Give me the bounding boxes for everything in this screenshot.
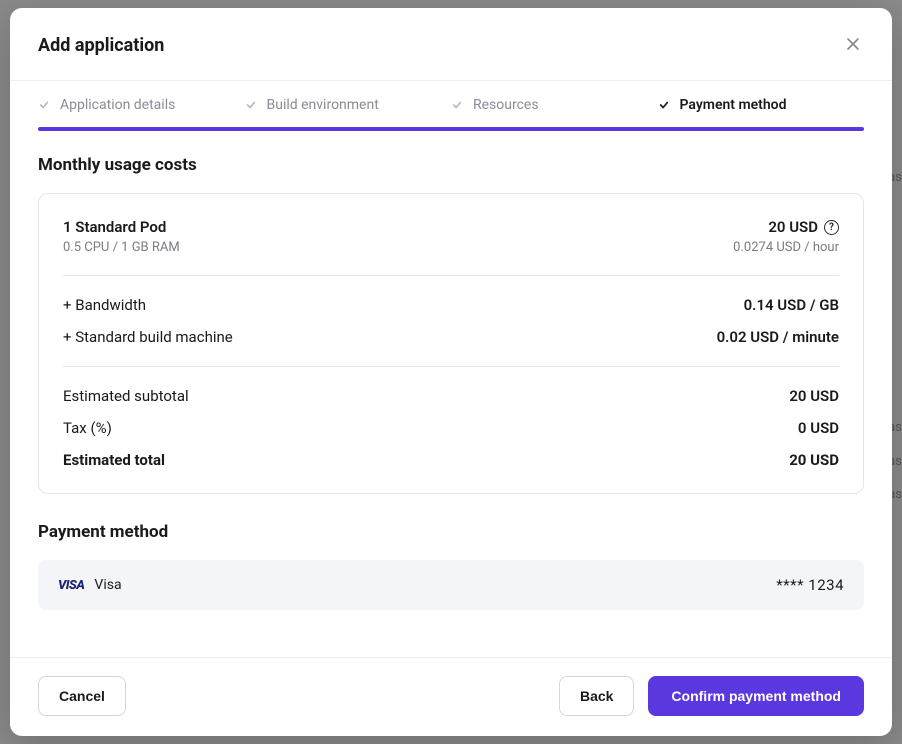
- step-application-details[interactable]: Application details: [38, 81, 245, 131]
- tax-label: Tax (%): [63, 419, 112, 437]
- subtotal-label: Estimated subtotal: [63, 387, 189, 405]
- pod-rate: 0.0274 USD / hour: [733, 240, 839, 255]
- modal-body: Monthly usage costs 1 Standard Pod 0.5 C…: [10, 131, 892, 657]
- check-icon: [245, 99, 257, 111]
- divider: [63, 366, 839, 367]
- stepper: Application details Build environment Re…: [10, 81, 892, 131]
- pod-spec: 0.5 CPU / 1 GB RAM: [63, 240, 180, 255]
- step-label: Build environment: [267, 97, 379, 113]
- subtotal-value: 20 USD: [789, 387, 839, 405]
- total-value: 20 USD: [789, 451, 839, 469]
- payment-section-title: Payment method: [38, 522, 864, 542]
- check-icon: [451, 99, 463, 111]
- pod-row: 1 Standard Pod 0.5 CPU / 1 GB RAM 20 USD…: [63, 218, 839, 255]
- card-brand: Visa: [94, 577, 121, 593]
- step-label: Payment method: [680, 97, 787, 113]
- payment-method-card[interactable]: VISA Visa **** 1234: [38, 560, 864, 610]
- stepper-progress-bar: [38, 127, 864, 131]
- cancel-button[interactable]: Cancel: [38, 676, 126, 716]
- tax-row: Tax (%) 0 USD: [63, 419, 839, 437]
- back-button[interactable]: Back: [559, 676, 634, 716]
- check-icon: [38, 99, 50, 111]
- card-last-digits: **** 1234: [776, 576, 844, 594]
- subtotal-row: Estimated subtotal 20 USD: [63, 387, 839, 405]
- tax-value: 0 USD: [798, 419, 839, 437]
- visa-logo-icon: VISA: [58, 578, 84, 593]
- step-resources[interactable]: Resources: [451, 81, 658, 131]
- step-build-environment[interactable]: Build environment: [245, 81, 452, 131]
- costs-section-title: Monthly usage costs: [38, 155, 864, 175]
- build-machine-row: + Standard build machine 0.02 USD / minu…: [63, 328, 839, 346]
- bandwidth-label: + Bandwidth: [63, 296, 146, 314]
- bandwidth-row: + Bandwidth 0.14 USD / GB: [63, 296, 839, 314]
- step-label: Resources: [473, 97, 539, 113]
- build-machine-value: 0.02 USD / minute: [717, 328, 839, 346]
- build-machine-label: + Standard build machine: [63, 328, 233, 346]
- close-button[interactable]: [842, 32, 864, 58]
- divider: [63, 275, 839, 276]
- close-icon: [846, 35, 860, 55]
- modal-title: Add application: [38, 35, 164, 56]
- total-row: Estimated total 20 USD: [63, 451, 839, 469]
- step-payment-method[interactable]: Payment method: [658, 81, 865, 131]
- modal-header: Add application: [10, 8, 892, 81]
- help-icon[interactable]: ?: [824, 220, 839, 235]
- bandwidth-value: 0.14 USD / GB: [744, 296, 839, 314]
- costs-card: 1 Standard Pod 0.5 CPU / 1 GB RAM 20 USD…: [38, 193, 864, 494]
- step-label: Application details: [60, 97, 175, 113]
- pod-price-text: 20 USD: [768, 218, 818, 236]
- total-label: Estimated total: [63, 451, 165, 469]
- check-icon: [658, 99, 670, 111]
- add-application-modal: Add application Application details Buil…: [10, 8, 892, 736]
- pod-name: 1 Standard Pod: [63, 218, 180, 236]
- confirm-payment-button[interactable]: Confirm payment method: [648, 676, 864, 716]
- modal-footer: Cancel Back Confirm payment method: [10, 657, 892, 736]
- pod-price: 20 USD ?: [768, 218, 839, 236]
